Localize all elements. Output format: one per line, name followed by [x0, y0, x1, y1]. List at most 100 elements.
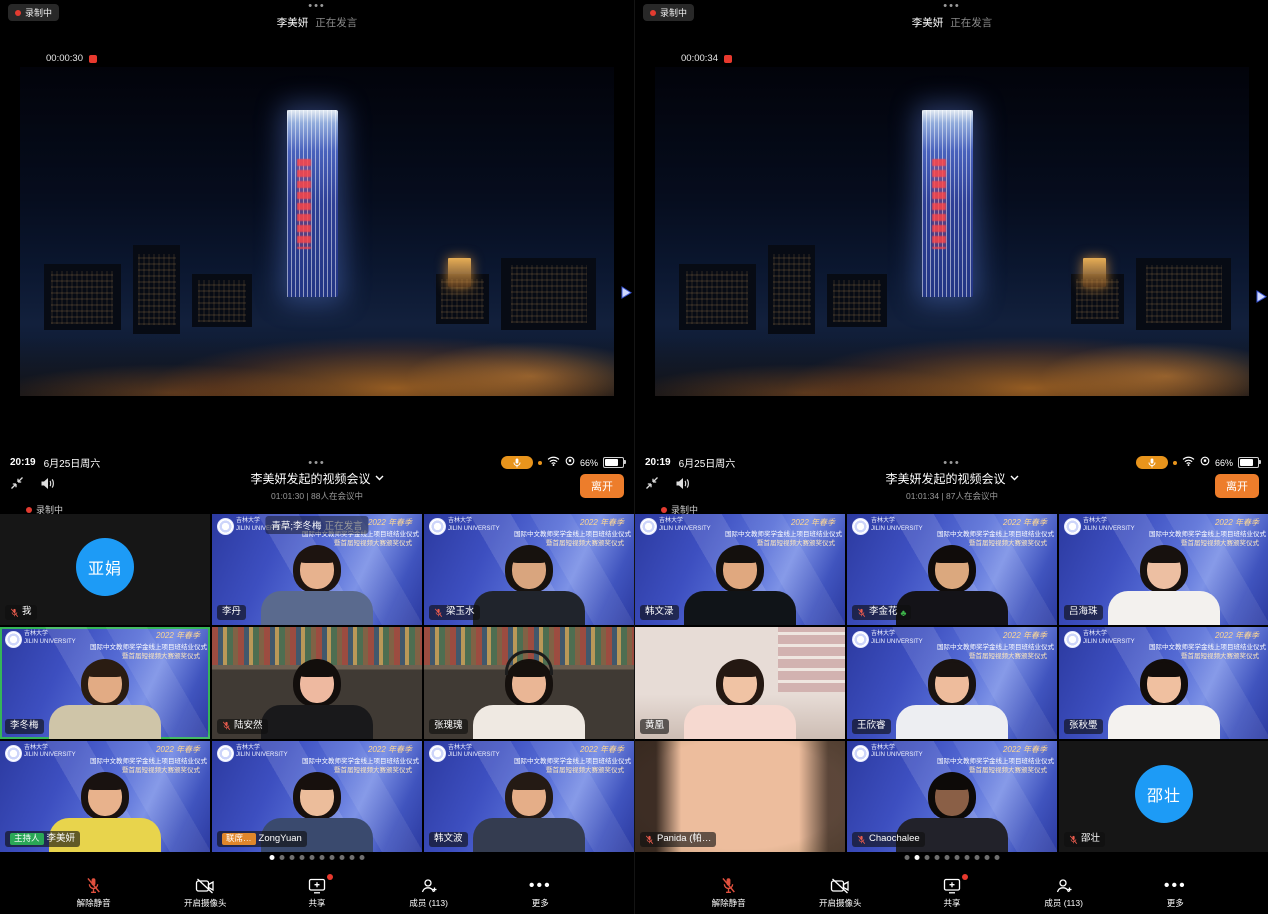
pagination-dot[interactable] — [995, 855, 1000, 860]
participant-name-label: 主持人李美妍 — [5, 831, 80, 847]
stop-recording-button[interactable] — [89, 55, 97, 63]
university-logo-icon — [429, 518, 446, 535]
participant-tile[interactable]: 吉林大学JILIN UNIVERSITY2022 年春季国际中文教师奖学金线上项… — [1059, 514, 1268, 625]
camera-off-icon — [830, 877, 850, 894]
minimize-icon[interactable] — [10, 476, 24, 495]
participant-tile[interactable]: 吉林大学JILIN UNIVERSITY2022 年春季国际中文教师奖学金线上项… — [847, 741, 1057, 852]
participant-name-label: 吕海珠 — [1064, 605, 1103, 620]
more-button[interactable]: ••• 更多 — [504, 877, 576, 909]
pagination-dot-active[interactable] — [270, 855, 275, 860]
participant-tile[interactable]: 吉林大学JILIN UNIVERSITY2022 年春季国际中文教师奖学金线上项… — [0, 741, 210, 852]
participant-name-label: 李丹 — [217, 605, 246, 620]
participant-tile[interactable]: 吉林大学JILIN UNIVERSITY2022 年春季国际中文教师奖学金线上项… — [847, 627, 1057, 738]
pagination-dot[interactable] — [925, 855, 930, 860]
participant-name-label: 王欣睿 — [852, 719, 891, 734]
participant-tile[interactable]: 吉林大学JILIN UNIVERSITY2022 年春季国际中文教师奖学金线上项… — [635, 514, 845, 625]
camera-on-button[interactable]: 开启摄像头 — [804, 877, 876, 909]
recording-timer-value: 00:00:30 — [46, 53, 83, 64]
muted-mic-icon — [10, 608, 19, 618]
participant-tile[interactable]: 陆安然 — [212, 627, 422, 738]
record-dot-icon — [15, 10, 21, 16]
meeting-title-block[interactable]: 李美妍发起的视频会议 01:01:34 | 87人在会议中 — [645, 470, 1259, 502]
muted-mic-icon — [1069, 835, 1078, 845]
participant-tile[interactable]: 邵壮邵壮 — [1059, 741, 1268, 852]
record-dot-icon — [661, 507, 667, 513]
leave-button[interactable]: 离开 — [1215, 474, 1259, 498]
university-logo-icon — [852, 631, 869, 648]
meeting-title: 李美妍发起的视频会议 — [250, 470, 370, 487]
more-button[interactable]: ••• 更多 — [1139, 877, 1211, 909]
participant-video-person — [887, 627, 1017, 738]
pagination-dot[interactable] — [905, 855, 910, 860]
meeting-title: 李美妍发起的视频会议 — [885, 470, 1005, 487]
participant-tile[interactable]: 吉林大学JILIN UNIVERSITY2022 年春季国际中文教师奖学金线上项… — [212, 514, 422, 625]
meeting-header: 李美妍发起的视频会议 01:01:30 | 88人在会议中 离开 — [10, 470, 624, 501]
speaking-label: 正在发言 — [315, 17, 357, 29]
participant-tile[interactable]: Panida (帕… — [635, 741, 845, 852]
recording-timer-value: 00:00:34 — [681, 53, 718, 64]
pagination-dot[interactable] — [985, 855, 990, 860]
lit-skyscraper — [287, 110, 337, 298]
participant-video-person — [464, 514, 594, 625]
pagination-dot[interactable] — [280, 855, 285, 860]
participant-tile[interactable]: 吉林大学JILIN UNIVERSITY2022 年春季国际中文教师奖学金线上项… — [424, 514, 634, 625]
participant-name: 张秋璺 — [1069, 721, 1098, 732]
pagination-dots[interactable] — [905, 855, 1000, 860]
active-speaker-banner: 李美妍 正在发言 — [635, 15, 1268, 30]
pagination-dots[interactable] — [270, 855, 365, 860]
camera-on-button[interactable]: 开启摄像头 — [169, 877, 241, 909]
pagination-dot[interactable] — [360, 855, 365, 860]
stop-recording-button[interactable] — [724, 55, 732, 63]
speaker-audio-icon[interactable] — [675, 477, 690, 495]
speaker-name: 李美妍 — [912, 17, 944, 29]
pagination-dot[interactable] — [290, 855, 295, 860]
more-menu-dots[interactable]: ••• — [0, 0, 634, 12]
participant-grid: 吉林大学JILIN UNIVERSITY2022 年春季国际中文教师奖学金线上项… — [635, 514, 1268, 852]
more-icon: ••• — [529, 877, 552, 894]
participant-tile[interactable]: 亚娟我 — [0, 514, 210, 625]
pagination-dot[interactable] — [975, 855, 980, 860]
recording-badge: 录制中 — [8, 4, 59, 21]
unmute-button[interactable]: 解除静音 — [693, 877, 765, 909]
session-info: 01:01:34 | 87人在会议中 — [645, 490, 1259, 502]
participant-tile[interactable]: 吉林大学JILIN UNIVERSITY2022 年春季国际中文教师奖学金线上项… — [0, 627, 210, 738]
pagination-dot[interactable] — [320, 855, 325, 860]
pagination-dot[interactable] — [945, 855, 950, 860]
members-button[interactable]: 成员 (113) — [393, 877, 465, 909]
pagination-dot[interactable] — [330, 855, 335, 860]
participant-tile[interactable]: 吉林大学JILIN UNIVERSITY2022 年春季国际中文教师奖学金线上项… — [212, 741, 422, 852]
participant-name: 李丹 — [222, 607, 241, 618]
meeting-toolbar: 解除静音 开启摄像头 共享 成员 (113) ••• 更多 — [0, 872, 634, 914]
pagination-dot[interactable] — [955, 855, 960, 860]
participant-name-label: Chaochalee — [852, 832, 925, 847]
participant-tile[interactable]: 黄凰 — [635, 627, 845, 738]
pagination-dot[interactable] — [965, 855, 970, 860]
minimize-icon[interactable] — [645, 476, 659, 495]
pagination-dot[interactable] — [300, 855, 305, 860]
participant-tile[interactable]: 张瑰瑰 — [424, 627, 634, 738]
ipad-status-bar: 20:19 6月25日周六 ••• 66% — [645, 455, 1259, 470]
share-screen-icon — [943, 877, 961, 894]
pagination-dot[interactable] — [935, 855, 940, 860]
camera-off-icon — [195, 877, 215, 894]
participant-tile[interactable]: 吉林大学JILIN UNIVERSITY2022 年春季国际中文教师奖学金线上项… — [847, 514, 1057, 625]
muted-mic-icon — [222, 721, 231, 731]
share-button[interactable]: 共享 — [916, 877, 988, 909]
pagination-dot[interactable] — [350, 855, 355, 860]
university-logo-icon — [852, 745, 869, 762]
participant-name: 李冬梅 — [10, 721, 39, 732]
unmute-button[interactable]: 解除静音 — [58, 877, 130, 909]
leave-button[interactable]: 离开 — [580, 474, 624, 498]
pagination-dot-active[interactable] — [915, 855, 920, 860]
members-button[interactable]: 成员 (113) — [1028, 877, 1100, 909]
participant-tile[interactable]: 吉林大学JILIN UNIVERSITY2022 年春季国际中文教师奖学金线上项… — [424, 741, 634, 852]
speaker-audio-icon[interactable] — [40, 477, 55, 495]
participant-name-label: Panida (帕… — [640, 832, 716, 847]
share-button[interactable]: 共享 — [281, 877, 353, 909]
pagination-dot[interactable] — [340, 855, 345, 860]
more-menu-dots[interactable]: ••• — [635, 0, 1268, 12]
meeting-title-block[interactable]: 李美妍发起的视频会议 01:01:30 | 88人在会议中 — [10, 470, 624, 502]
participant-tile[interactable]: 吉林大学JILIN UNIVERSITY2022 年春季国际中文教师奖学金线上项… — [1059, 627, 1268, 738]
ipad-screen-right: 录制中 ••• 李美妍 正在发言 00:00:34 20:19 6月25日周六 … — [634, 0, 1268, 914]
pagination-dot[interactable] — [310, 855, 315, 860]
